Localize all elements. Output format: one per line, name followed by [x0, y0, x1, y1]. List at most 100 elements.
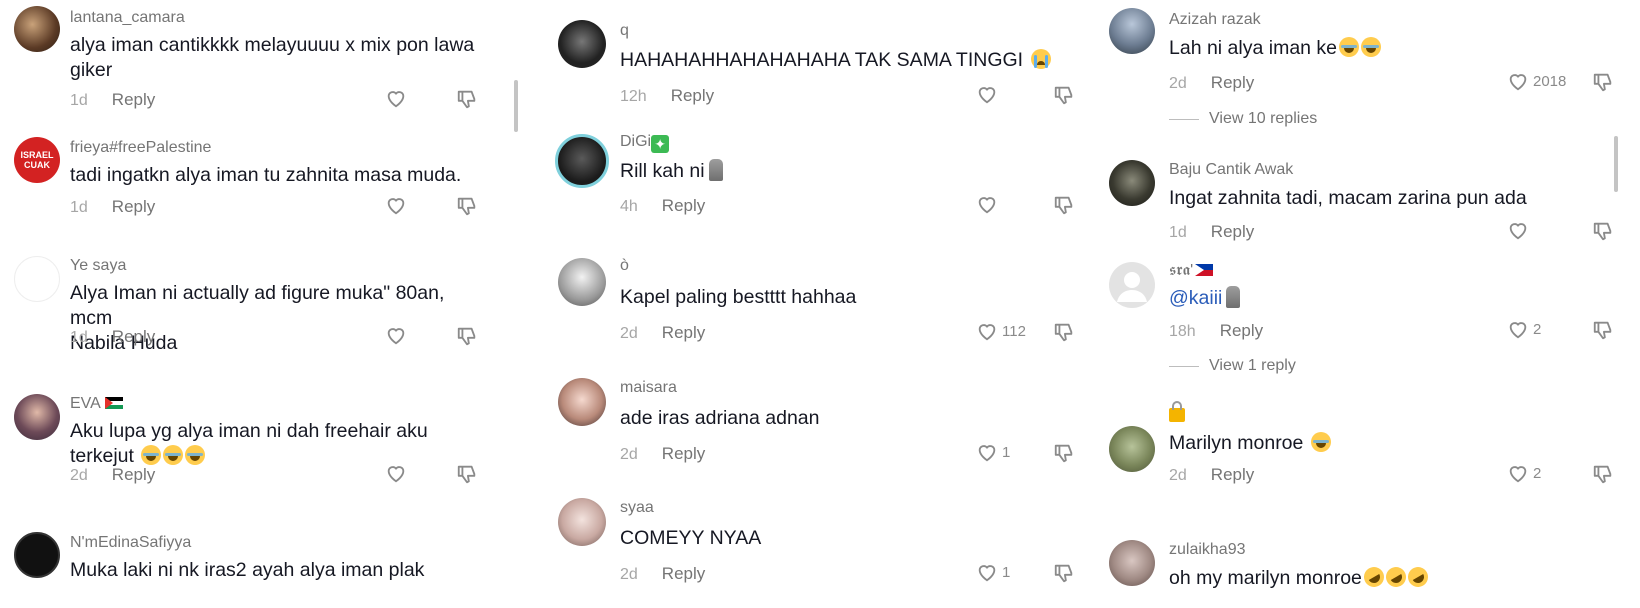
- rofl-emoji-icon: [1382, 563, 1410, 591]
- dislike-button[interactable]: [1053, 442, 1075, 464]
- like-button[interactable]: [1507, 219, 1529, 241]
- reply-button[interactable]: Reply: [671, 86, 714, 105]
- view-replies-label: View 10 replies: [1209, 110, 1318, 127]
- avatar[interactable]: [558, 20, 606, 68]
- avatar[interactable]: ISRAEL CUAK: [14, 137, 60, 183]
- comment-username[interactable]: EVA: [70, 395, 123, 413]
- heart-icon: [978, 445, 996, 462]
- reply-button[interactable]: Reply: [662, 564, 705, 583]
- comment-username[interactable]: 𝖘𝖗𝖆': [1169, 262, 1214, 280]
- comment-time: 2d: [620, 325, 638, 342]
- like-button[interactable]: [385, 324, 407, 346]
- avatar[interactable]: [558, 258, 606, 306]
- divider-line: [1169, 365, 1199, 367]
- dislike-button[interactable]: [1592, 319, 1614, 341]
- like-button[interactable]: 2: [1507, 462, 1541, 484]
- dislike-button[interactable]: [1592, 71, 1614, 93]
- like-button[interactable]: 1: [976, 441, 1010, 463]
- comment-item: maisara ade iras adriana adnan 2d Reply 1: [546, 374, 1086, 484]
- comment-username[interactable]: DiGi ✦: [620, 133, 670, 153]
- dislike-button[interactable]: [456, 463, 478, 485]
- like-button[interactable]: 1: [976, 561, 1010, 583]
- reply-button[interactable]: Reply: [112, 465, 155, 484]
- comment-username[interactable]: lantana_camara: [70, 9, 185, 27]
- like-count: 1: [1002, 563, 1011, 581]
- reply-button[interactable]: Reply: [662, 323, 705, 342]
- reply-button[interactable]: Reply: [1220, 321, 1263, 340]
- avatar[interactable]: [14, 532, 60, 578]
- laughing-emoji-icon: [163, 445, 184, 465]
- avatar[interactable]: [1109, 426, 1155, 472]
- thumbs-down-icon: [1054, 444, 1073, 463]
- view-replies-button[interactable]: View 1 reply: [1169, 357, 1296, 375]
- comment-username[interactable]: frieya#freePalestine: [70, 139, 211, 157]
- reply-button[interactable]: Reply: [662, 444, 705, 463]
- avatar[interactable]: [558, 498, 606, 546]
- like-button[interactable]: [385, 194, 407, 216]
- sparkle-icon: ✦: [651, 135, 670, 153]
- like-button[interactable]: 2018: [1507, 70, 1566, 92]
- comment-username[interactable]: Azizah razak: [1169, 11, 1261, 29]
- comment-username[interactable]: N'mEdinaSafiyya: [70, 534, 191, 552]
- comment-username[interactable]: ò: [620, 257, 629, 275]
- comment-username[interactable]: zulaikha93: [1169, 541, 1246, 559]
- user-mention-link[interactable]: @kaiii: [1169, 287, 1222, 309]
- comment-time: 2d: [620, 566, 638, 583]
- like-button[interactable]: [976, 83, 998, 105]
- comment-text: Lah ni alya iman ke: [1169, 36, 1609, 61]
- like-button[interactable]: 112: [976, 320, 1026, 342]
- comment-time: 2d: [1169, 467, 1187, 484]
- comment-text: oh my marilyn monroe: [1169, 563, 1609, 591]
- comment-time: 18h: [1169, 323, 1196, 340]
- like-button[interactable]: [976, 193, 998, 215]
- comment-column-2: q HAHAHAHHAHAHAHAHA TAK SAMA TINGGI 12h R…: [546, 0, 1086, 608]
- like-button[interactable]: [385, 462, 407, 484]
- avatar[interactable]: [555, 134, 609, 188]
- reply-button[interactable]: Reply: [662, 196, 705, 215]
- comment-username[interactable]: syaa: [620, 499, 654, 517]
- comment-text: Ingat zahnita tadi, macam zarina pun ada: [1169, 187, 1527, 209]
- dislike-button[interactable]: [456, 195, 478, 217]
- like-button[interactable]: 2: [1507, 318, 1541, 340]
- avatar[interactable]: [14, 6, 60, 52]
- reply-button[interactable]: Reply: [112, 327, 155, 346]
- comment-username[interactable]: [1169, 401, 1185, 427]
- reply-button[interactable]: Reply: [1211, 73, 1254, 92]
- dislike-button[interactable]: [1053, 321, 1075, 343]
- dislike-button[interactable]: [1053, 194, 1075, 216]
- comment-column-1: lantana_camara alya iman cantikkkk melay…: [0, 0, 520, 608]
- dislike-button[interactable]: [1592, 220, 1614, 242]
- reply-button[interactable]: Reply: [112, 197, 155, 216]
- dislike-button[interactable]: [1592, 463, 1614, 485]
- avatar[interactable]: [14, 394, 60, 440]
- comment-username[interactable]: Baju Cantik Awak: [1169, 161, 1293, 179]
- reply-button[interactable]: Reply: [1211, 465, 1254, 484]
- comment-text-fragment: HAHAHAHHAHAHAHAHA TAK SAMA TINGGI: [620, 49, 1024, 71]
- avatar[interactable]: [14, 256, 60, 302]
- reply-button[interactable]: Reply: [112, 90, 155, 109]
- comment-item: Ye saya Alya Iman ni actually ad figure …: [0, 248, 520, 368]
- dislike-button[interactable]: [456, 325, 478, 347]
- avatar[interactable]: [1109, 160, 1155, 206]
- avatar[interactable]: [1109, 262, 1155, 308]
- comment-username[interactable]: Ye saya: [70, 257, 126, 275]
- dislike-button[interactable]: [1053, 562, 1075, 584]
- dislike-button[interactable]: [1053, 84, 1075, 106]
- like-count: 112: [1002, 322, 1026, 340]
- reply-button[interactable]: Reply: [1211, 222, 1254, 241]
- avatar[interactable]: [558, 378, 606, 426]
- scrollbar[interactable]: [514, 80, 518, 132]
- avatar[interactable]: [1109, 540, 1155, 586]
- thumbs-down-icon: [1593, 465, 1612, 484]
- divider-line: [1169, 118, 1199, 120]
- comment-username[interactable]: maisara: [620, 379, 677, 397]
- scrollbar[interactable]: [1614, 136, 1618, 192]
- dislike-button[interactable]: [456, 88, 478, 110]
- philippines-flag-icon: [1195, 264, 1214, 276]
- heart-icon: [1509, 74, 1527, 91]
- comment-username[interactable]: q: [620, 22, 629, 40]
- view-replies-button[interactable]: View 10 replies: [1169, 110, 1317, 128]
- comment-text-line: alya iman cantikkkk melayuuuu x mix pon …: [70, 34, 475, 56]
- like-button[interactable]: [385, 87, 407, 109]
- avatar[interactable]: [1109, 8, 1155, 54]
